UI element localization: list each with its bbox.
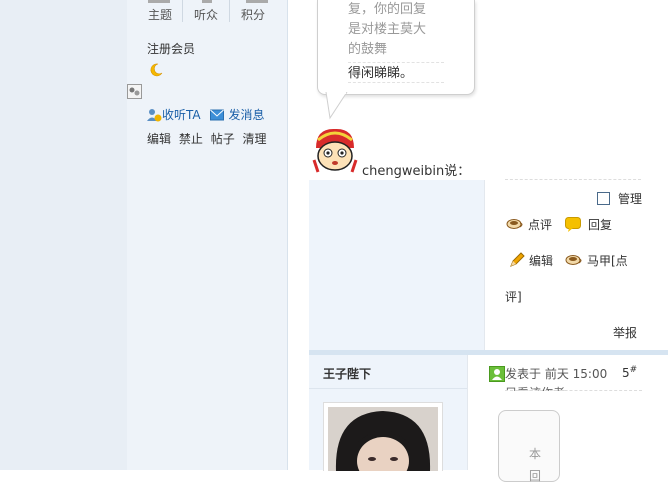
- post-meta: 发表于 前天 15:00: [489, 365, 607, 382]
- vest-label: 马甲[点: [587, 254, 628, 268]
- bubble-line: 复，你的回复: [348, 2, 427, 17]
- online-user-icon: [489, 366, 505, 382]
- post-author-column: [309, 180, 484, 352]
- moon-icon: [150, 63, 163, 77]
- report-link[interactable]: 举报: [613, 324, 637, 341]
- speech-bubble-icon: [565, 217, 581, 232]
- user-stats: 主题 听众 积分: [136, 0, 276, 24]
- mod-posts-link[interactable]: 帖子: [211, 132, 235, 146]
- manage-label: 管理: [618, 192, 643, 206]
- floor-suffix: #: [629, 365, 638, 375]
- cup-icon: [565, 255, 582, 265]
- pencil-icon: [510, 252, 525, 267]
- reply-button[interactable]: 回复: [565, 216, 612, 233]
- edit-label: 编辑: [529, 254, 554, 268]
- dashed-divider: [505, 390, 642, 391]
- stat-divider: [182, 0, 183, 22]
- mod-clean-link[interactable]: 清理: [243, 132, 267, 146]
- posted-prefix: 发表于: [505, 367, 545, 381]
- manage-checkbox-row[interactable]: 管理: [597, 190, 642, 207]
- signature-bubble: 复，你的回复 是对楼主莫大 的鼓舞 得闲睇睇。: [317, 0, 475, 95]
- follow-icon: [147, 109, 162, 122]
- follow-link[interactable]: 收听TA: [162, 108, 201, 122]
- side-card-char: 本: [529, 447, 542, 461]
- dashed-divider: [505, 179, 641, 180]
- left-gutter: [0, 0, 127, 470]
- floor-value: 5: [622, 366, 630, 380]
- mod-ban-link[interactable]: 禁止: [179, 132, 203, 146]
- stat-divider: [229, 0, 230, 22]
- edit-button[interactable]: 编辑: [509, 252, 553, 269]
- avatar-photo: [328, 407, 438, 484]
- bubble-line: 的鼓舞: [348, 42, 388, 57]
- mod-edit-link[interactable]: 编辑: [147, 132, 171, 146]
- stat-value-cut: [202, 0, 212, 3]
- user-avatar[interactable]: [323, 402, 443, 484]
- bubble-tail: [325, 92, 348, 120]
- stat-value-cut: [148, 0, 170, 3]
- manage-checkbox[interactable]: [597, 192, 610, 205]
- post-username[interactable]: 王子陛下: [323, 365, 371, 382]
- rate-label: 点评: [528, 218, 553, 232]
- user-actions: 收听TA 发消息: [146, 106, 264, 123]
- username-underline: [309, 388, 467, 389]
- column-divider: [467, 355, 468, 470]
- user-group[interactable]: 注册会员: [147, 40, 195, 57]
- stat-points[interactable]: 积分: [233, 6, 273, 23]
- bubble-line: 是对楼主莫大: [348, 22, 427, 37]
- moderation-actions: 编辑 禁止 帖子 清理: [147, 130, 271, 147]
- stat-listeners[interactable]: 听众: [186, 6, 226, 23]
- column-divider: [484, 180, 485, 352]
- stat-threads[interactable]: 主题: [140, 6, 180, 23]
- mail-icon: [210, 109, 225, 121]
- commenter-avatar[interactable]: [310, 126, 360, 174]
- posted-time: 前天 15:00: [544, 367, 608, 381]
- commenter-name: chengweibin说：: [362, 164, 471, 179]
- reply-label: 回复: [588, 218, 613, 232]
- side-card[interactable]: 本 回: [498, 410, 560, 483]
- cup-icon: [506, 219, 523, 229]
- floor-number[interactable]: 5#: [622, 365, 637, 380]
- bubble-divider: [348, 82, 444, 83]
- online-status-icon: [127, 84, 142, 99]
- vest-label-cont[interactable]: 评]: [505, 288, 522, 305]
- bubble-text: 复，你的回复 是对楼主莫大 的鼓舞: [348, 0, 448, 60]
- send-message-link[interactable]: 发消息: [228, 108, 264, 122]
- bubble-last-line: 得闲睇睇。: [348, 66, 414, 81]
- stat-value-cut: [246, 0, 268, 3]
- rate-button[interactable]: 点评: [506, 216, 552, 233]
- vest-rate-button[interactable]: 马甲[点: [565, 252, 628, 269]
